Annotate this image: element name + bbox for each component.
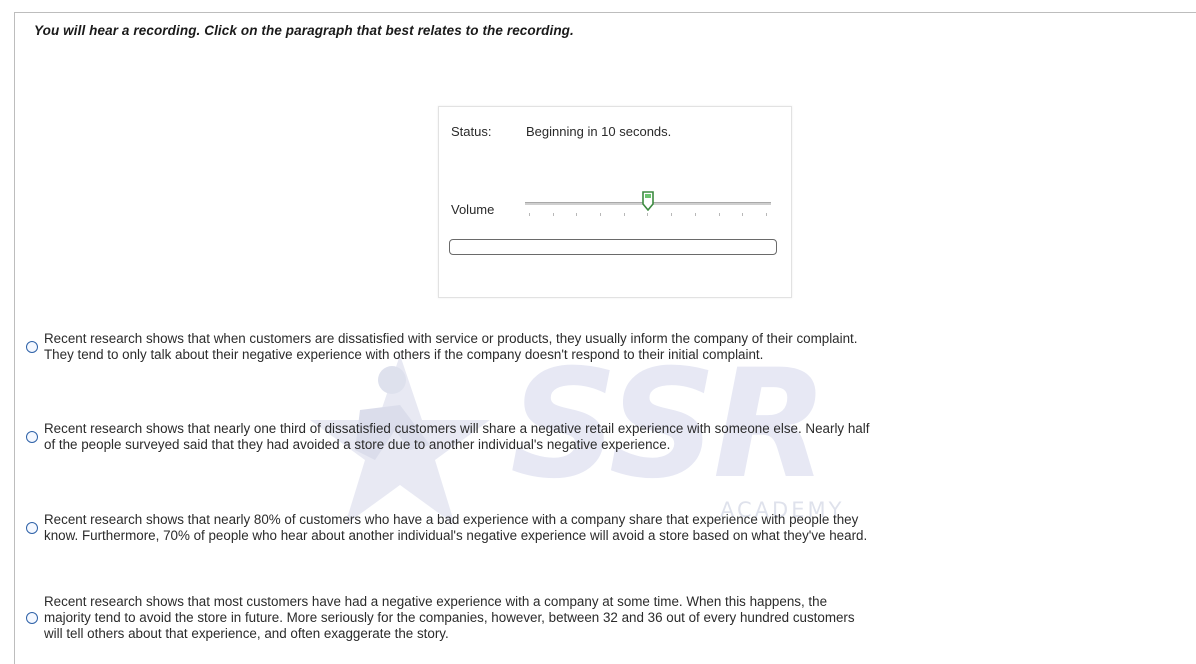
instruction-text: You will hear a recording. Click on the … xyxy=(34,23,574,38)
status-value: Beginning in 10 seconds. xyxy=(526,124,672,139)
slider-thumb-icon[interactable] xyxy=(641,191,655,211)
answer-option-4[interactable]: Recent research shows that most customer… xyxy=(26,594,855,642)
volume-slider[interactable] xyxy=(525,189,771,223)
slider-ticks xyxy=(529,213,767,217)
volume-label: Volume xyxy=(451,202,495,217)
radio-button-icon[interactable] xyxy=(26,612,38,624)
answer-option-text: Recent research shows that nearly 80% of… xyxy=(44,512,868,543)
answer-option-text: Recent research shows that most customer… xyxy=(44,594,855,641)
answer-option-1[interactable]: Recent research shows that when customer… xyxy=(26,331,857,363)
playback-progress-bar xyxy=(449,239,777,255)
status-label: Status: xyxy=(451,124,492,139)
answer-option-3[interactable]: Recent research shows that nearly 80% of… xyxy=(26,512,867,544)
answer-option-2[interactable]: Recent research shows that nearly one th… xyxy=(26,421,869,453)
radio-button-icon[interactable] xyxy=(26,341,38,353)
answer-option-text: Recent research shows that nearly one th… xyxy=(44,421,870,452)
audio-player: Status: Beginning in 10 seconds. Volume xyxy=(438,106,792,298)
answer-option-text: Recent research shows that when customer… xyxy=(44,331,858,362)
radio-button-icon[interactable] xyxy=(26,431,38,443)
radio-button-icon[interactable] xyxy=(26,522,38,534)
